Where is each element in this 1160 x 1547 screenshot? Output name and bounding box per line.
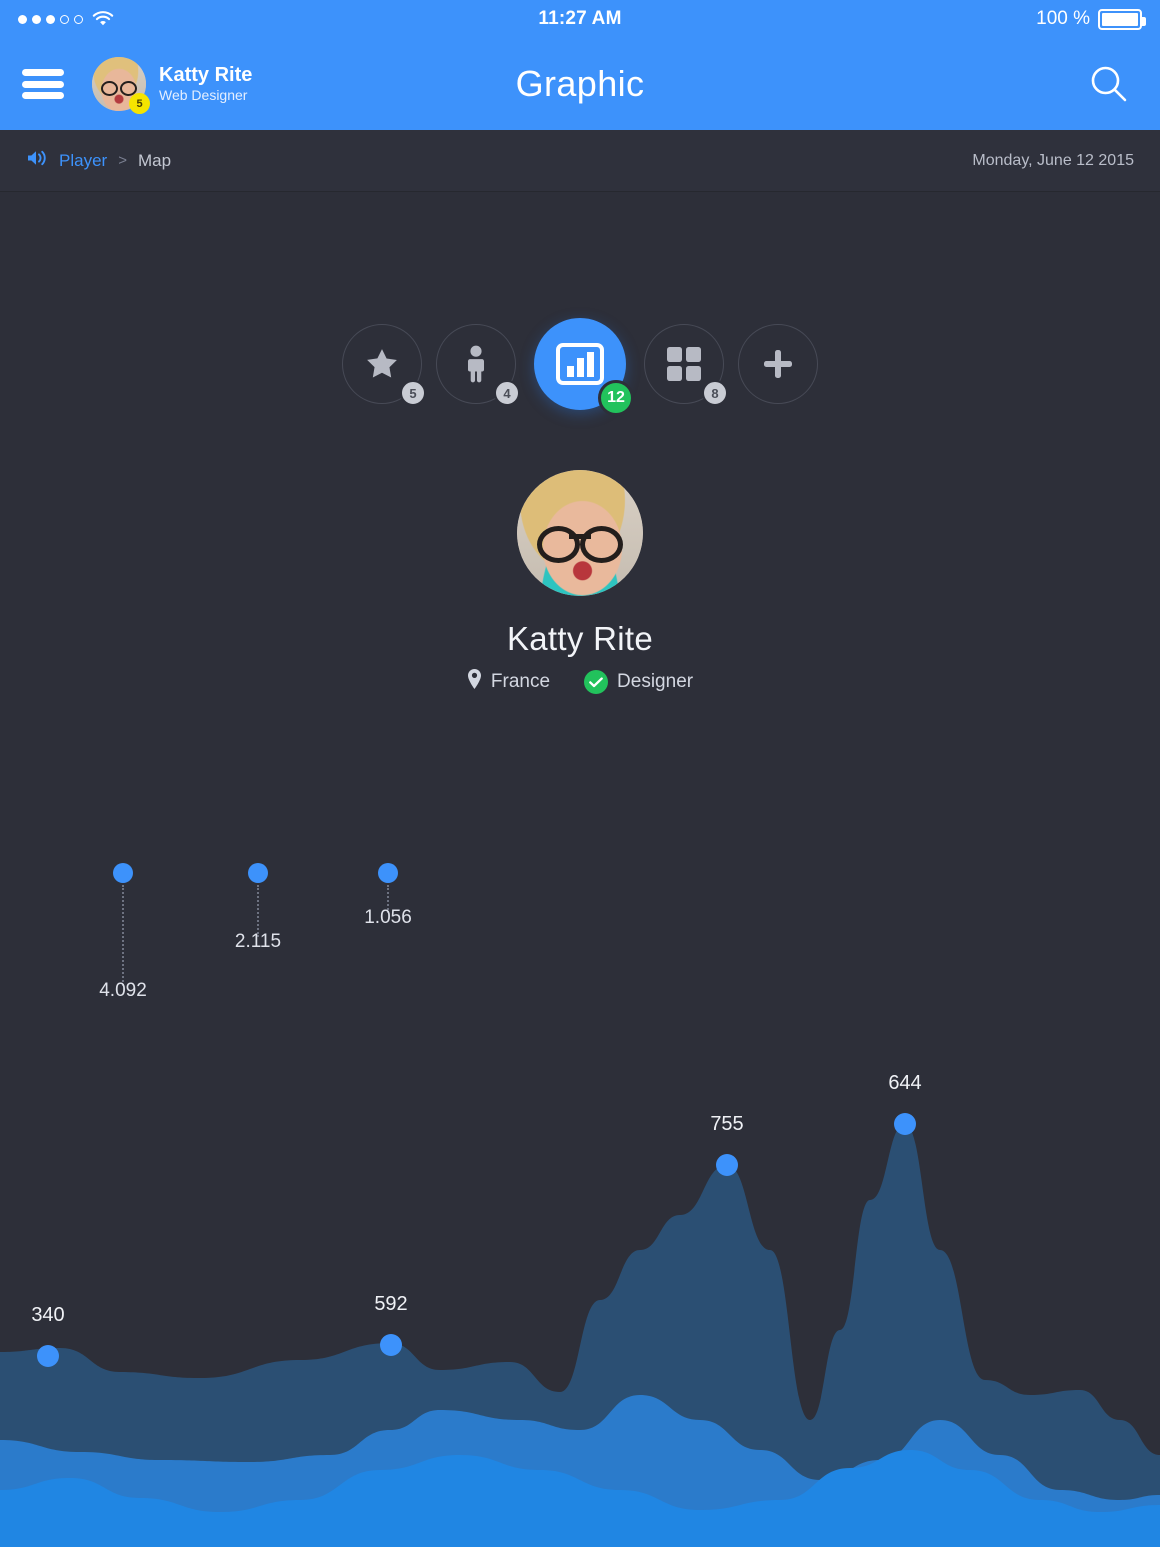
header-avatar[interactable]: 5 xyxy=(92,57,150,114)
status-bar-left xyxy=(18,11,114,27)
profile-role-label: Designer xyxy=(617,671,694,692)
status-bar-right: 100 % xyxy=(1036,8,1146,30)
profile-location-label: France xyxy=(490,671,551,692)
nav-badge-people: 4 xyxy=(494,380,520,406)
chart-marker-dot[interactable] xyxy=(378,863,398,883)
header-user-role: Web Designer xyxy=(159,87,248,104)
chart-marker-dot[interactable] xyxy=(248,863,268,883)
status-bar-time: 11:27 AM xyxy=(538,8,622,29)
hamburger-menu-icon[interactable] xyxy=(22,69,64,99)
nav-item-graphic[interactable]: 12 xyxy=(534,318,634,416)
location-pin-icon xyxy=(467,669,482,695)
app-header: 5 Katty Rite Web Designer xyxy=(0,38,1160,130)
header-avatar-badge: 5 xyxy=(129,93,150,114)
chart-peak-dot[interactable] xyxy=(894,1113,916,1135)
nav-badge-favorites: 5 xyxy=(400,380,426,406)
chart-marker-dot[interactable] xyxy=(113,863,133,883)
chart-peak-label: 592 xyxy=(374,1293,408,1315)
chart-peak-dot[interactable] xyxy=(716,1154,738,1176)
breadcrumb-separator: > xyxy=(118,152,127,169)
header-user-name: Katty Rite xyxy=(159,63,253,86)
nav-item-favorites[interactable]: 5 xyxy=(342,324,426,406)
breadcrumb-date: Monday, June 12 2015 xyxy=(972,151,1134,169)
profile-meta: France Designer xyxy=(0,669,1160,695)
nav-item-people[interactable]: 4 xyxy=(436,324,520,406)
battery-percent-label: 100 % xyxy=(1036,8,1090,29)
chart-marker-stem xyxy=(122,885,124,986)
breadcrumb: Player > Map xyxy=(26,148,171,173)
breadcrumb-bar: Player > Map Monday, June 12 2015 xyxy=(0,130,1160,192)
chart-marker-label: 1.056 xyxy=(364,907,412,928)
wifi-icon xyxy=(92,11,114,27)
header-user-chip[interactable]: 5 Katty Rite Web Designer xyxy=(92,57,253,114)
nav-item-grid[interactable]: 8 xyxy=(644,324,728,406)
plus-icon[interactable] xyxy=(738,324,818,404)
chart-peak-dot[interactable] xyxy=(380,1334,402,1356)
breadcrumb-link-player[interactable]: Player xyxy=(59,151,107,171)
nav-badge-grid: 8 xyxy=(702,380,728,406)
chart-peak-label: 755 xyxy=(710,1113,744,1135)
profile-card: Katty Rite France Designer xyxy=(0,470,1160,695)
status-bar: 11:27 AM 100 % xyxy=(0,0,1160,38)
search-icon[interactable] xyxy=(1088,38,1130,130)
area-chart xyxy=(0,1050,1160,1547)
profile-location: France xyxy=(467,669,550,695)
speaker-volume-icon[interactable] xyxy=(26,148,48,173)
chart-marker-label: 2.115 xyxy=(234,931,282,952)
profile-verified: Designer xyxy=(584,670,693,694)
chart-marker-stem xyxy=(257,885,259,937)
nav-item-add[interactable] xyxy=(738,324,818,404)
nav-badge-graphic: 12 xyxy=(598,380,634,416)
chart-peak-dot[interactable] xyxy=(37,1345,59,1367)
profile-name: Katty Rite xyxy=(506,620,654,657)
area-chart-svg xyxy=(0,1124,1160,1547)
chart-peak-label: 340 xyxy=(31,1304,65,1326)
chart-peak-label: 644 xyxy=(888,1072,922,1094)
chart-marker-label: 4.092 xyxy=(99,980,147,1001)
nav-icon-row: 5 4 12 8 xyxy=(0,318,1160,416)
signal-strength-icon xyxy=(18,14,83,24)
battery-full-icon xyxy=(1098,8,1146,30)
breadcrumb-current-map: Map xyxy=(137,150,172,170)
profile-avatar[interactable] xyxy=(517,470,643,596)
check-circle-icon xyxy=(584,670,609,694)
